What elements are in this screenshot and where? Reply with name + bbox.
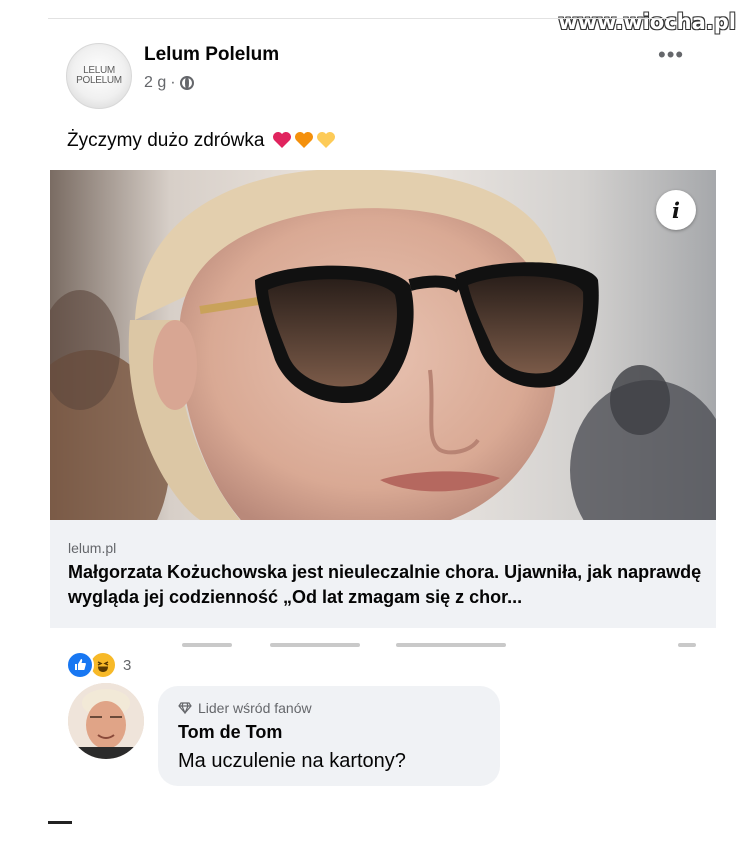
link-preview-card[interactable]: lelum.pl Małgorzata Kożuchowska jest nie…: [50, 520, 716, 628]
avatar-logo-line2: POLELUM: [76, 75, 122, 86]
badge-label: Lider wśród fanów: [198, 700, 312, 716]
more-options-button[interactable]: •••: [658, 42, 684, 68]
reaction-summary[interactable]: 3: [66, 651, 131, 679]
comment-author[interactable]: Tom de Tom: [178, 722, 282, 743]
top-fan-badge: Lider wśród fanów: [178, 700, 312, 716]
like-icon: [66, 651, 94, 679]
divider: [48, 18, 670, 19]
site-watermark: www.wiocha.pl: [558, 10, 736, 34]
post-text-content: Życzymy dużo zdrówka: [67, 130, 265, 151]
comment-bubble[interactable]: Lider wśród fanów Tom de Tom Ma uczuleni…: [158, 686, 500, 786]
portrait-photo: [50, 170, 716, 520]
post-meta: 2 g ·: [144, 74, 194, 92]
commenter-avatar[interactable]: [68, 683, 144, 759]
info-button[interactable]: i: [656, 190, 696, 230]
diamond-icon: [178, 702, 192, 714]
cropped-edge-mark: [48, 821, 72, 824]
red-heart-icon: [272, 132, 291, 148]
post-time[interactable]: 2 g: [144, 74, 166, 92]
yellow-heart-icon: [316, 132, 335, 148]
link-preview-image[interactable]: [50, 170, 716, 520]
link-title: Małgorzata Kożuchowska jest nieuleczalni…: [68, 562, 702, 607]
page-name-link[interactable]: Lelum Polelum: [144, 44, 279, 66]
orange-heart-icon: [294, 132, 313, 148]
faded-action-row: [182, 643, 702, 651]
page-avatar[interactable]: LELUM POLELUM: [66, 43, 132, 109]
meta-separator: ·: [170, 74, 176, 91]
globe-icon: [179, 76, 194, 90]
comment-text: Ma uczulenie na kartony?: [178, 750, 406, 772]
reaction-count: 3: [123, 656, 132, 674]
link-domain: lelum.pl: [68, 540, 117, 556]
post-text: Życzymy dużo zdrówka: [67, 130, 336, 152]
